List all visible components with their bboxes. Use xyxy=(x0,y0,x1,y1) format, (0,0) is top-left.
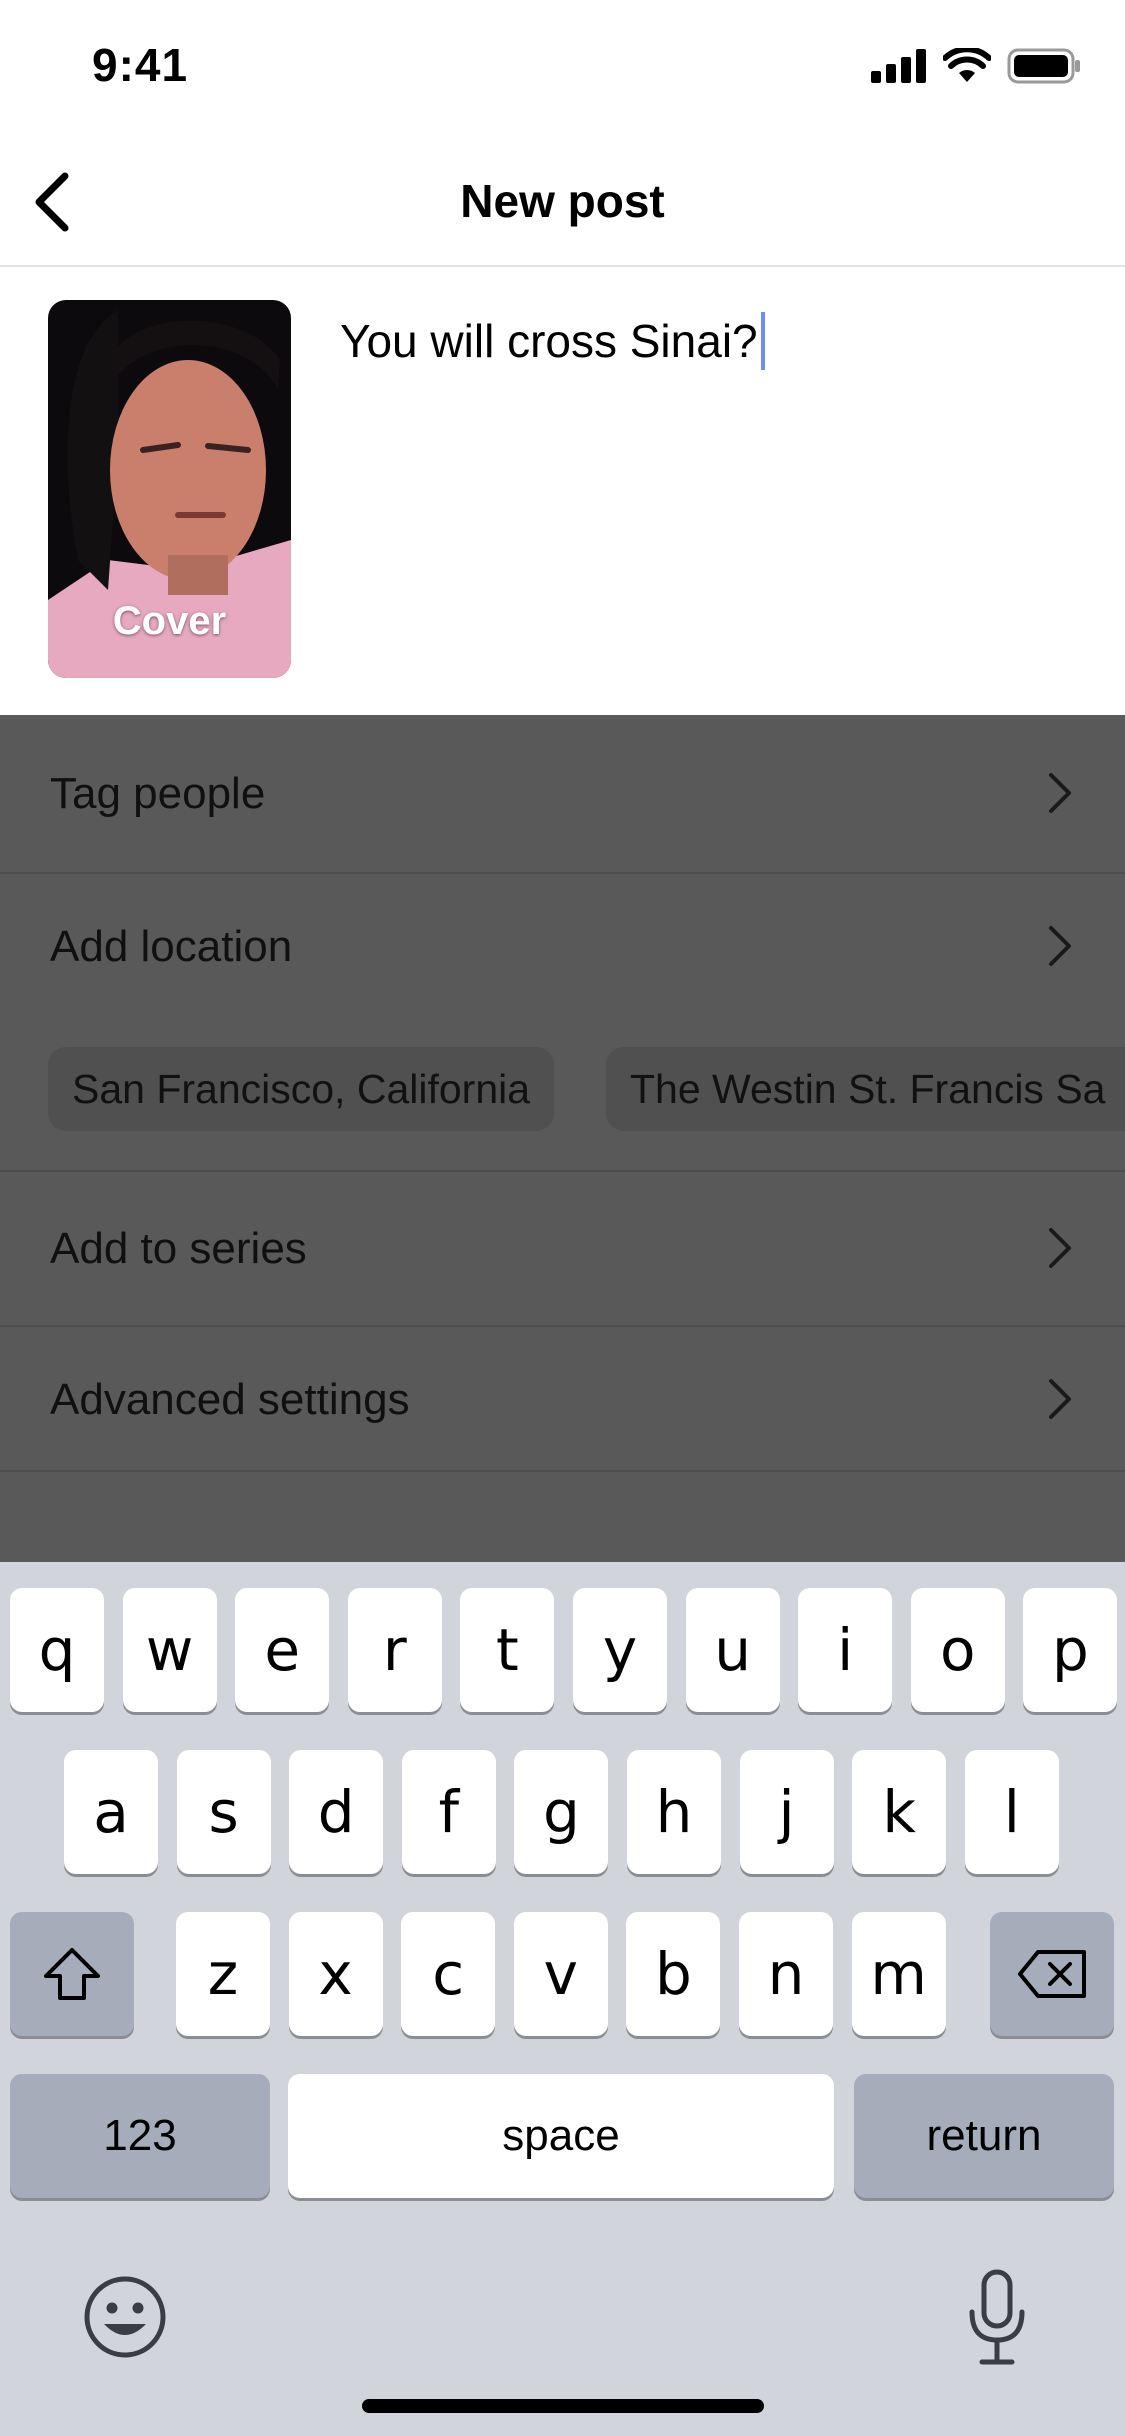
key-a[interactable]: a xyxy=(64,1750,158,1874)
shift-icon xyxy=(44,1948,100,2000)
advanced-settings-label: Advanced settings xyxy=(50,1375,410,1424)
page-title: New post xyxy=(460,175,665,227)
key-k[interactable]: k xyxy=(852,1750,947,1874)
key-f[interactable]: f xyxy=(401,1750,496,1874)
home-indicator xyxy=(362,2399,764,2413)
tag-people-label: Tag people xyxy=(50,769,266,818)
key-t[interactable]: t xyxy=(460,1588,555,1712)
key-p[interactable]: p xyxy=(1023,1588,1118,1712)
dictation-button[interactable] xyxy=(962,2268,1032,2368)
delete-key[interactable] xyxy=(990,1912,1114,2036)
status-icons xyxy=(871,48,1081,84)
emoji-icon xyxy=(84,2276,166,2358)
cover-thumbnail[interactable]: Cover xyxy=(48,300,291,678)
key-x[interactable]: x xyxy=(288,1912,383,2036)
options-list: Tag people Add location San Francisco, C… xyxy=(0,715,1125,1562)
text-caret xyxy=(760,312,765,370)
wifi-icon xyxy=(943,48,991,82)
header: New post xyxy=(0,140,1125,267)
key-h[interactable]: h xyxy=(627,1750,721,1874)
caption-input[interactable]: You will cross Sinai? xyxy=(340,312,765,370)
emoji-button[interactable] xyxy=(82,2274,168,2360)
location-chip[interactable]: The Westin St. Francis Sa xyxy=(606,1047,1125,1131)
return-key[interactable]: return xyxy=(854,2074,1114,2198)
location-chip[interactable]: San Francisco, California xyxy=(48,1047,555,1131)
caption-text: You will cross Sinai? xyxy=(340,315,758,367)
cover-label: Cover xyxy=(112,599,227,643)
key-j[interactable]: j xyxy=(739,1750,834,1874)
delete-icon xyxy=(1018,1950,1086,1998)
add-to-series-row[interactable]: Add to series xyxy=(0,1170,1125,1327)
advanced-settings-row[interactable]: Advanced settings xyxy=(0,1325,1125,1472)
add-location-label: Add location xyxy=(50,922,293,971)
status-time: 9:41 xyxy=(92,39,189,91)
space-key[interactable]: space xyxy=(288,2074,834,2198)
add-to-series-label: Add to series xyxy=(50,1224,307,1273)
numbers-key[interactable]: 123 xyxy=(10,2074,270,2198)
key-v[interactable]: v xyxy=(513,1912,608,2036)
key-b[interactable]: b xyxy=(626,1912,721,2036)
key-l[interactable]: l xyxy=(964,1750,1059,1874)
key-o[interactable]: o xyxy=(910,1588,1005,1712)
location-chips: San Francisco, California The Westin St.… xyxy=(0,1047,1125,1131)
key-c[interactable]: c xyxy=(401,1912,496,2036)
key-n[interactable]: n xyxy=(739,1912,833,2036)
chevron-right-icon xyxy=(1049,1228,1071,1268)
key-u[interactable]: u xyxy=(685,1588,780,1712)
key-q[interactable]: q xyxy=(10,1588,104,1712)
microphone-icon xyxy=(969,2269,1025,2365)
key-d[interactable]: d xyxy=(289,1750,384,1874)
key-y[interactable]: y xyxy=(573,1588,667,1712)
chevron-right-icon xyxy=(1049,1379,1071,1419)
key-m[interactable]: m xyxy=(851,1912,946,2036)
key-g[interactable]: g xyxy=(514,1750,609,1874)
key-i[interactable]: i xyxy=(798,1588,893,1712)
keyboard: qwertyuiop asdfghjkl zxcvbnm 123 space r… xyxy=(0,1562,1125,2436)
key-s[interactable]: s xyxy=(176,1750,271,1874)
signal-icon xyxy=(871,49,926,83)
chevron-right-icon xyxy=(1049,773,1071,813)
key-e[interactable]: e xyxy=(235,1588,330,1712)
key-z[interactable]: z xyxy=(176,1912,270,2036)
key-r[interactable]: r xyxy=(347,1588,442,1712)
tag-people-row[interactable]: Tag people xyxy=(0,715,1125,874)
chevron-right-icon xyxy=(1049,926,1071,966)
key-w[interactable]: w xyxy=(122,1588,217,1712)
shift-key[interactable] xyxy=(10,1912,134,2036)
battery-icon xyxy=(1007,48,1080,84)
